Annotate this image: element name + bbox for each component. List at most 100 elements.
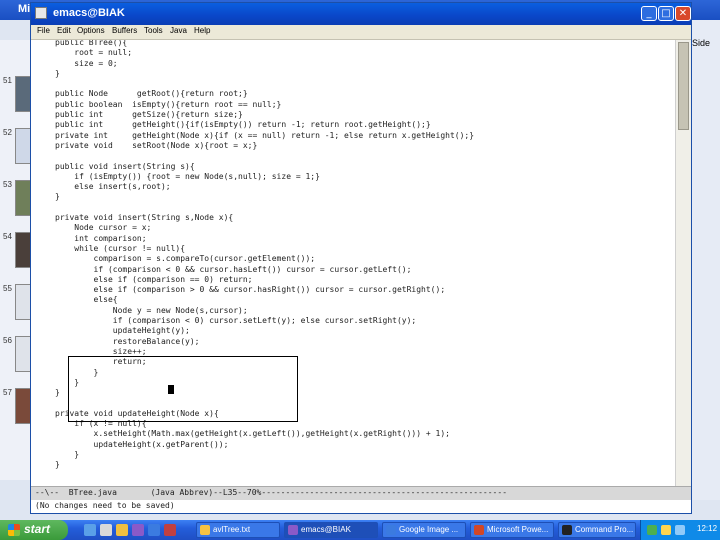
- code-line: }: [55, 192, 60, 202]
- menu-file[interactable]: File: [37, 26, 50, 35]
- menu-help[interactable]: Help: [194, 26, 210, 35]
- minibuffer-message: (No changes need to be saved): [35, 501, 175, 510]
- taskbar-button-label: Microsoft Powe...: [487, 525, 549, 534]
- code-line: }: [55, 460, 60, 470]
- code-line: root = null;: [74, 48, 133, 58]
- folder-quicklaunch-icon[interactable]: [116, 524, 128, 536]
- code-line: public BTree(){: [55, 40, 128, 47]
- taskbar: start avlTree.txt emacs@BIAK Google Imag…: [0, 520, 720, 540]
- menu-options[interactable]: Options: [77, 26, 105, 35]
- start-label: start: [24, 522, 51, 536]
- code-line: if (isEmpty()) {root = new Node(s,null);…: [74, 171, 320, 181]
- text-cursor: [168, 385, 174, 394]
- code-line: public int getSize(){return size;}: [55, 110, 243, 120]
- command-prompt-icon: [562, 525, 572, 535]
- system-tray: 12:12: [640, 520, 720, 540]
- mode-line: --\-- BTree.java (Java Abbrev)--L35--70%…: [31, 486, 691, 500]
- minimize-button[interactable]: _: [641, 6, 657, 21]
- slide-preview: [15, 232, 31, 268]
- menu-edit[interactable]: Edit: [57, 26, 71, 35]
- code-line: private void insert(String s,Node x){: [55, 213, 234, 223]
- taskbar-button-label: Google Image ...: [399, 525, 459, 534]
- notepad-icon: [200, 525, 210, 535]
- code-line: updateHeight(y);: [112, 326, 190, 336]
- menu-buffers[interactable]: Buffers: [112, 26, 137, 35]
- taskbar-button-powerpoint[interactable]: Microsoft Powe...: [470, 522, 554, 538]
- browser-quicklaunch-icon[interactable]: [148, 524, 160, 536]
- slide-preview: [15, 284, 31, 320]
- code-line: size = 0;: [74, 58, 118, 68]
- code-line: updateHeight(x.getParent());: [93, 439, 229, 449]
- code-line: int comparison;: [74, 233, 147, 243]
- slide-preview: [15, 128, 31, 164]
- code-line: public int getHeight(){if(isEmpty()) ret…: [55, 120, 431, 130]
- slide-number: 53: [3, 180, 12, 189]
- slide-preview: [15, 76, 31, 112]
- code-line: }: [74, 449, 80, 459]
- code-line: private void setRoot(Node x){root = x;}: [55, 140, 258, 150]
- code-line: }: [55, 388, 60, 398]
- slide-number: 54: [3, 232, 12, 241]
- emacs-window: emacs@BIAK _ □ ✕ File Edit Options Buffe…: [30, 2, 692, 514]
- code-line: public boolean isEmpty(){return root == …: [55, 99, 282, 109]
- code-line: else if (comparison == 0) return;: [93, 274, 253, 284]
- window-titlebar[interactable]: emacs@BIAK _ □ ✕: [31, 3, 691, 25]
- code-line: public void insert(String s){: [55, 161, 195, 171]
- menu-tools[interactable]: Tools: [144, 26, 163, 35]
- desktop-quicklaunch-icon[interactable]: [100, 524, 112, 536]
- mode-line-text: --\-- BTree.java (Java Abbrev)--L35--70%…: [35, 488, 508, 497]
- window-title: emacs@BIAK: [53, 7, 125, 19]
- code-line: if (comparison < 0) cursor.setLeft(y); e…: [112, 316, 417, 326]
- app-quicklaunch-icon[interactable]: [164, 524, 176, 536]
- browser-icon: [386, 525, 396, 535]
- ie-quicklaunch-icon[interactable]: [84, 524, 96, 536]
- code-line: size++;: [112, 346, 147, 356]
- slide-number: 52: [3, 128, 12, 137]
- side-label: Side: [692, 38, 711, 48]
- maximize-button[interactable]: □: [658, 6, 674, 21]
- taskbar-button-label: Command Pro...: [575, 525, 634, 534]
- taskbar-button-command-prompt[interactable]: Command Pro...: [558, 522, 636, 538]
- code-line: while (cursor != null){: [74, 243, 186, 253]
- code-line: else{: [93, 295, 118, 305]
- menu-java[interactable]: Java: [170, 26, 187, 35]
- code-line: restoreBalance(y);: [112, 336, 200, 346]
- close-button[interactable]: ✕: [675, 6, 691, 21]
- code-line: public Node getRoot(){return root;}: [55, 89, 248, 99]
- slide-number: 56: [3, 336, 12, 345]
- highlight-box: [68, 356, 298, 422]
- emacs-app-icon: [35, 7, 47, 19]
- slide-number: 57: [3, 388, 12, 397]
- code-line: comparison = s.compareTo(cursor.getEleme…: [93, 254, 316, 264]
- code-line: Node y = new Node(s,cursor);: [112, 305, 248, 315]
- slide-number: 55: [3, 284, 12, 293]
- code-line: private int getHeight(Node x){if (x == n…: [55, 130, 475, 140]
- code-line: x.setHeight(Math.max(getHeight(x.getLeft…: [93, 429, 450, 439]
- powerpoint-icon: [474, 525, 484, 535]
- taskbar-button-avltree[interactable]: avlTree.txt: [196, 522, 280, 538]
- security-tray-icon[interactable]: [661, 525, 671, 535]
- minibuffer[interactable]: (No changes need to be saved): [31, 500, 691, 513]
- background-right-panel: [692, 20, 720, 500]
- media-quicklaunch-icon[interactable]: [132, 524, 144, 536]
- code-editor[interactable]: public BTree(){ root = null; size = 0; }…: [31, 40, 675, 486]
- taskbar-button-label: emacs@BIAK: [301, 525, 351, 534]
- emacs-icon: [288, 525, 298, 535]
- slide-thumbnail-panel: 51 52 53 54 55 56 57: [0, 40, 31, 480]
- taskbar-button-label: avlTree.txt: [213, 525, 251, 534]
- code-line: else if (comparison > 0 && cursor.hasRig…: [93, 285, 446, 295]
- taskbar-button-google-image[interactable]: Google Image ...: [382, 522, 466, 538]
- windows-logo-icon: [8, 524, 20, 536]
- code-line: Node cursor = x;: [74, 223, 152, 233]
- code-line: else insert(s,root);: [74, 182, 171, 192]
- start-button[interactable]: start: [0, 520, 68, 540]
- menu-bar: File Edit Options Buffers Tools Java Hel…: [31, 25, 691, 40]
- scrollbar-thumb[interactable]: [678, 42, 689, 130]
- slide-preview: [15, 388, 31, 424]
- code-line: if (comparison < 0 && cursor.hasLeft()) …: [93, 264, 412, 274]
- network-tray-icon[interactable]: [647, 525, 657, 535]
- clock: 12:12: [697, 524, 718, 533]
- taskbar-button-emacs[interactable]: emacs@BIAK: [284, 522, 378, 538]
- vertical-scrollbar[interactable]: [675, 40, 691, 486]
- volume-tray-icon[interactable]: [675, 525, 685, 535]
